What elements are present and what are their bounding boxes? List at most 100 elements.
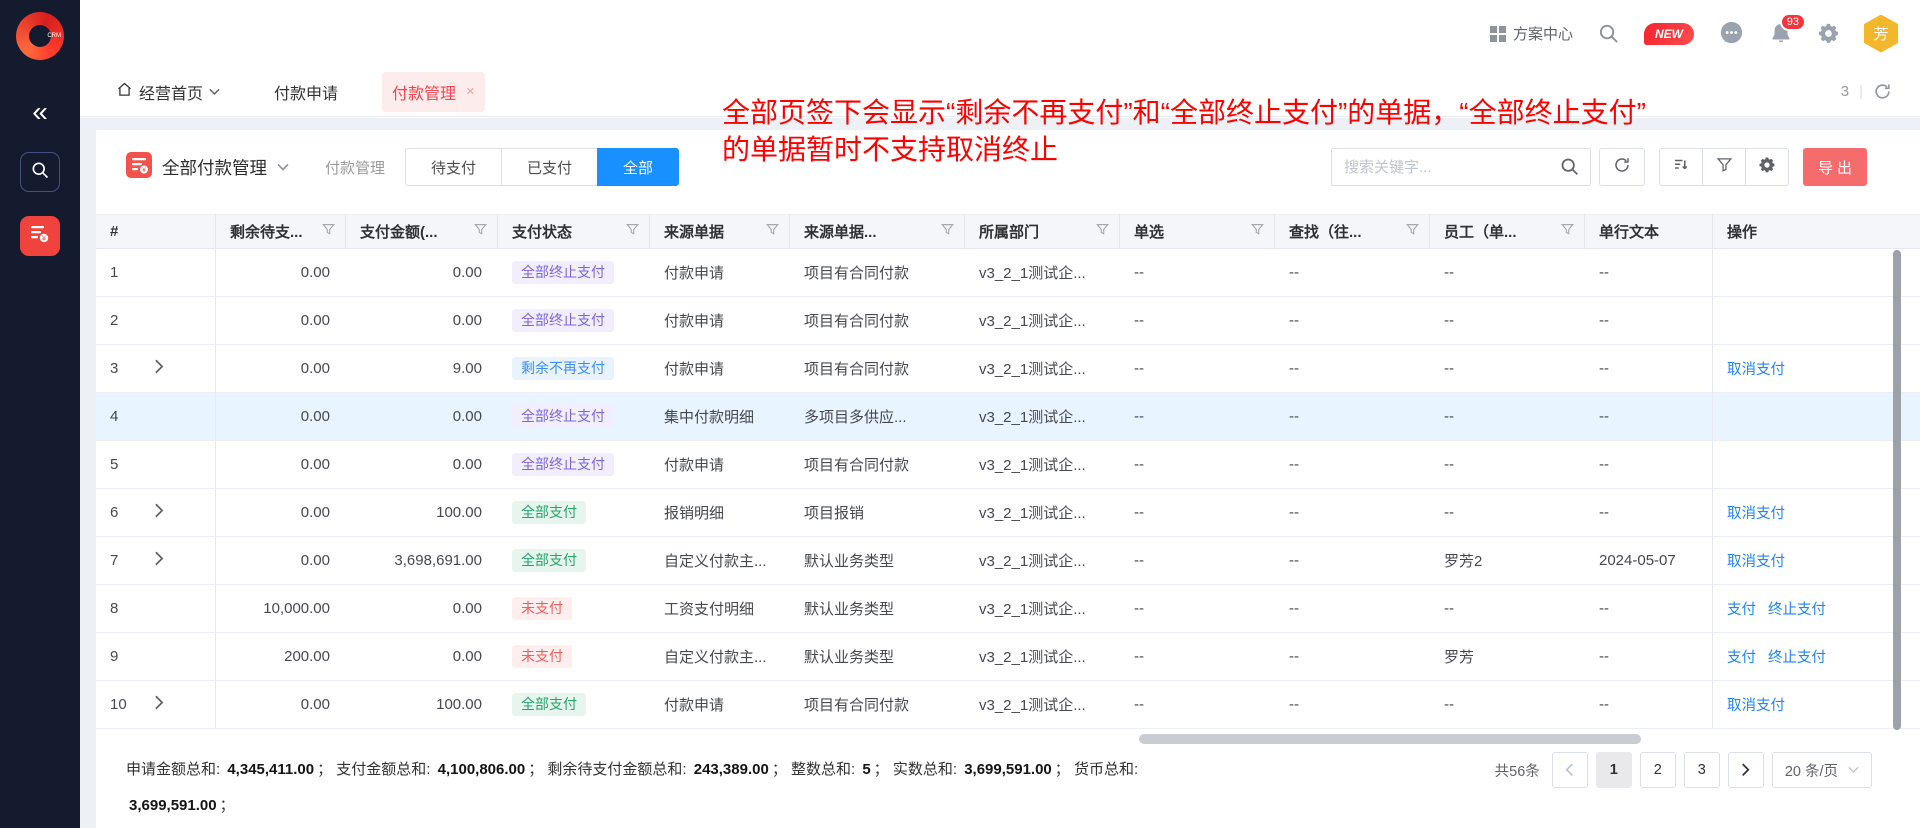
table-header-cell[interactable]: # [96,215,216,248]
expand-row-icon[interactable] [154,503,164,522]
collapse-sidebar-icon[interactable]: « [0,96,80,128]
table-row[interactable]: 40.000.00全部终止支付集中付款明细多项目多供应...v3_2_1测试企.… [96,393,1920,441]
dept-cell: v3_2_1测试企... [965,249,1120,296]
filter-icon[interactable] [1251,223,1264,240]
table-header-cell[interactable]: 单行文本 [1585,215,1712,248]
filter-icon[interactable] [1406,223,1419,240]
breadcrumb-tab[interactable]: 付款申请 [264,72,348,112]
table-header-cell[interactable]: 查找（往... [1275,215,1430,248]
op-link[interactable]: 支付 [1727,646,1756,667]
view-title-dropdown[interactable]: ¥ 全部付款管理 [126,152,289,183]
op-link[interactable]: 取消支付 [1727,694,1785,715]
segment-tab[interactable]: 全部 [597,148,679,186]
filter-icon[interactable] [626,223,639,240]
page-size-select[interactable]: 20 条/页 [1772,752,1872,788]
source_type-cell: 项目有合同付款 [790,297,965,344]
filter-icon[interactable] [941,223,954,240]
filter-icon[interactable] [1096,223,1109,240]
table-row[interactable]: 100.00100.00全部支付付款申请项目有合同付款v3_2_1测试企...-… [96,681,1920,729]
column-settings-button[interactable] [1745,148,1789,186]
chat-icon[interactable] [1718,20,1745,47]
page-button[interactable]: 1 [1596,752,1632,788]
notification-bell-icon[interactable]: 93 [1769,22,1793,46]
source-cell: 付款申请 [650,681,790,728]
summary-value: 4,345,411.00 [224,761,317,778]
refresh-table-button[interactable] [1599,148,1645,186]
sidebar-search-button[interactable] [20,152,60,192]
op-link[interactable]: 取消支付 [1727,502,1785,523]
table-row[interactable]: 30.009.00剩余不再支付付款申请项目有合同付款v3_2_1测试企...--… [96,345,1920,393]
module-label[interactable]: 付款管理 [325,157,385,178]
table-header-cell[interactable]: 剩余待支... [216,215,346,248]
breadcrumb-tab[interactable]: 付款管理× [382,72,485,112]
table-row[interactable]: 10.000.00全部终止支付付款申请项目有合同付款v3_2_1测试企...--… [96,249,1920,297]
expand-row-icon[interactable] [154,695,164,714]
filter-icon[interactable] [1561,223,1574,240]
status-cell: 全部支付 [498,489,650,536]
column-label: 操作 [1727,221,1757,242]
avatar[interactable]: 芳 [1864,15,1898,53]
table-row[interactable]: 810,000.000.00未支付工资支付明细默认业务类型v3_2_1测试企..… [96,585,1920,633]
employee-cell: -- [1430,297,1585,344]
dept-cell: v3_2_1测试企... [965,345,1120,392]
summary-label: 实数总和: [893,761,961,778]
expand-row-icon[interactable] [154,359,164,378]
page-button[interactable]: 3 [1684,752,1720,788]
op-link[interactable]: 终止支付 [1768,598,1826,619]
employee-cell: 罗芳2 [1430,537,1585,584]
filter-icon[interactable] [322,223,335,240]
source-cell: 自定义付款主... [650,633,790,680]
search-input[interactable] [1331,148,1591,186]
status-cell: 全部支付 [498,681,650,728]
close-icon[interactable]: × [466,83,475,100]
row-index: 4 [110,408,154,425]
filter-icon[interactable] [766,223,779,240]
table-row[interactable]: 9200.000.00未支付自定义付款主...默认业务类型v3_2_1测试企..… [96,633,1920,681]
next-page-button[interactable] [1728,752,1764,788]
table-header-cell[interactable]: 单选 [1120,215,1275,248]
breadcrumb-tab-bar: 经营首页付款申请付款管理× 3 | [80,67,1920,117]
sidebar-item-payment-module[interactable]: ¥ [20,216,60,256]
table-header-cell[interactable]: 来源单据... [790,215,965,248]
status-badge: 全部支付 [512,549,586,572]
filter-icon[interactable] [474,223,487,240]
sort-order-button[interactable] [1659,148,1703,186]
lookup-cell: -- [1275,393,1430,440]
table-header-cell[interactable]: 支付金额(... [346,215,498,248]
page-button[interactable]: 2 [1640,752,1676,788]
table-header-cell[interactable]: 员工（单... [1430,215,1585,248]
prev-page-button[interactable] [1552,752,1588,788]
new-badge[interactable]: NEW [1644,23,1694,45]
table-header-cell[interactable]: 所属部门 [965,215,1120,248]
remaining-cell: 0.00 [216,441,346,488]
table-row[interactable]: 60.00100.00全部支付报销明细项目报销v3_2_1测试企...-----… [96,489,1920,537]
table-row[interactable]: 50.000.00全部终止支付付款申请项目有合同付款v3_2_1测试企...--… [96,441,1920,489]
global-search-icon[interactable] [1597,22,1620,45]
export-button[interactable]: 导出 [1803,148,1867,186]
settings-gear-icon[interactable] [1817,22,1840,45]
scheme-center-link[interactable]: 方案中心 [1490,23,1573,44]
op-link[interactable]: 取消支付 [1727,550,1785,571]
table-header-cell[interactable]: 操作 [1712,215,1890,248]
op-link[interactable]: 终止支付 [1768,646,1826,667]
filter-button[interactable] [1702,148,1746,186]
horizontal-scrollbar[interactable] [1139,734,1641,744]
payment-document-icon: ¥ [29,223,51,250]
table-row[interactable]: 70.003,698,691.00全部支付自定义付款主...默认业务类型v3_2… [96,537,1920,585]
segment-tab[interactable]: 已支付 [501,148,598,186]
expand-row-icon[interactable] [154,551,164,570]
breadcrumb-tab[interactable]: 经营首页 [106,72,230,112]
segment-tab[interactable]: 待支付 [405,148,502,186]
vertical-scrollbar[interactable] [1893,250,1901,730]
op-link[interactable]: 支付 [1727,598,1756,619]
op-link[interactable]: 取消支付 [1727,358,1785,379]
text-cell: -- [1585,633,1712,680]
row-actions-cell: 取消支付 [1712,681,1890,728]
refresh-tabs-icon[interactable] [1873,82,1892,101]
search-icon[interactable] [1559,156,1580,182]
table-header-cell[interactable]: 支付状态 [498,215,650,248]
gear-icon [1758,156,1776,179]
crm-logo: CRM [16,12,64,60]
table-row[interactable]: 20.000.00全部终止支付付款申请项目有合同付款v3_2_1测试企...--… [96,297,1920,345]
table-header-cell[interactable]: 来源单据 [650,215,790,248]
